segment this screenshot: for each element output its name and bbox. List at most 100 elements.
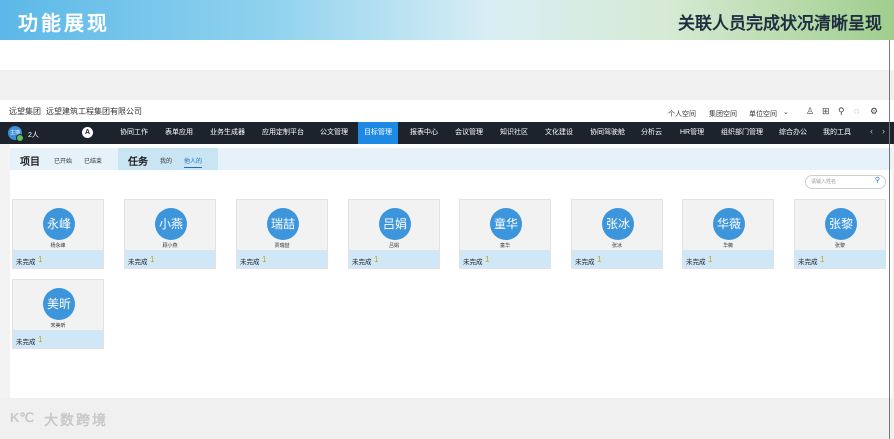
gear-icon[interactable]: ⚙ — [870, 106, 878, 117]
tab-task[interactable]: 任务 — [128, 153, 148, 168]
status-count[interactable]: 1 — [708, 255, 712, 264]
chevron-down-icon[interactable]: ⌄ — [783, 108, 789, 116]
person-card[interactable]: 童华 童华 未完成 1 — [459, 199, 551, 269]
status-count[interactable]: 1 — [150, 255, 154, 264]
search-icon[interactable]: ⚲ — [875, 176, 880, 184]
nav-next-icon[interactable]: › — [882, 126, 885, 136]
people-count[interactable]: 2人 — [28, 130, 39, 140]
status-label: 未完成 — [128, 259, 148, 266]
person-name: 张黎 — [834, 243, 845, 249]
status-count[interactable]: 1 — [820, 255, 824, 264]
person-avatar: 张黎 — [825, 208, 857, 240]
person-avatar: 美昕 — [43, 288, 75, 320]
footer-band — [0, 398, 894, 439]
status-count[interactable]: 1 — [262, 255, 266, 264]
person-card[interactable]: 瑞喆 贾瑞喆 未完成 1 — [236, 199, 328, 269]
nav-item-analytics[interactable]: 分析云 — [641, 122, 662, 144]
nav-item-business-builder[interactable]: 业务生成器 — [210, 122, 245, 144]
nav-item-form-apps[interactable]: 表单应用 — [165, 122, 193, 144]
banner-right-title: 关联人员完成状况清晰呈现 — [678, 14, 882, 34]
nav-item-document-mgmt[interactable]: 公文管理 — [320, 122, 348, 144]
person-name: 张冰 — [611, 243, 622, 249]
nav-item-office[interactable]: 综合办公 — [779, 122, 807, 144]
nav-item-collaboration[interactable]: 协同工作 — [120, 122, 148, 144]
status-count[interactable]: 1 — [38, 335, 42, 344]
status-count[interactable]: 1 — [597, 255, 601, 264]
status-label: 未完成 — [16, 259, 36, 266]
watermark-text: 大数跨境 — [44, 413, 108, 429]
nav-prev-icon[interactable]: ‹ — [870, 126, 873, 136]
person-avatar: 华薇 — [713, 208, 745, 240]
person-name: 贾瑞喆 — [274, 243, 290, 249]
card-footer: 未完成 1 — [795, 250, 885, 268]
person-avatar: 永峰 — [43, 208, 75, 240]
search-input[interactable]: 请输入姓名 ⚲ — [805, 175, 886, 189]
nav-item-culture[interactable]: 文化建设 — [545, 122, 573, 144]
person-avatar: 瑞喆 — [267, 208, 299, 240]
app-window: 远望集团 远望建筑工程集团有限公司 个人空间 集团空间 单位空间 ⌄ ♙ ⊞ ⚲… — [0, 100, 894, 398]
user-icon[interactable]: ♙ — [806, 106, 814, 117]
group-space-link[interactable]: 集团空间 — [709, 109, 737, 119]
person-name: 童华 — [499, 243, 510, 249]
person-name: 宋美昕 — [50, 323, 66, 329]
person-name: 吕娟 — [388, 243, 399, 249]
card-footer: 未完成 1 — [13, 330, 103, 348]
promo-banner: 功能展现 关联人员完成状况清晰呈现 — [0, 0, 894, 40]
card-footer: 未完成 1 — [683, 250, 773, 268]
status-count[interactable]: 1 — [38, 255, 42, 264]
nav-item-my-tools[interactable]: 我的工具 — [823, 122, 851, 144]
nav-item-hr[interactable]: HR管理 — [680, 122, 704, 144]
top-header: 远望集团 远望建筑工程集团有限公司 个人空间 集团空间 单位空间 ⌄ ♙ ⊞ ⚲… — [0, 100, 894, 122]
personal-space-link[interactable]: 个人空间 — [668, 109, 696, 119]
tab-project[interactable]: 项目 — [20, 153, 40, 168]
tab-started[interactable]: 已开始 — [54, 156, 72, 165]
frame-edge — [889, 40, 890, 439]
card-footer: 未完成 1 — [572, 250, 662, 268]
search-icon[interactable]: ⚲ — [838, 106, 845, 117]
status-label: 未完成 — [798, 259, 818, 266]
tab-mine[interactable]: 我的 — [160, 156, 172, 165]
person-card[interactable]: 永峰 杨永峰 未完成 1 — [12, 199, 104, 269]
person-card[interactable]: 吕娟 吕娟 未完成 1 — [348, 199, 440, 269]
nav-item-goal-mgmt[interactable]: 目标管理 — [358, 122, 398, 144]
message-icon[interactable]: ◌ — [854, 106, 859, 116]
status-label: 未完成 — [463, 259, 483, 266]
unit-space-link[interactable]: 单位空间 — [749, 109, 777, 119]
status-count[interactable]: 1 — [374, 255, 378, 264]
nav-item-meeting-mgmt[interactable]: 会议管理 — [455, 122, 483, 144]
tab-ended[interactable]: 已结束 — [84, 156, 102, 165]
person-avatar: 小燕 — [155, 208, 187, 240]
person-name: 杨永峰 — [50, 243, 66, 249]
person-name: 华薇 — [722, 243, 733, 249]
search-placeholder: 请输入姓名 — [811, 179, 837, 185]
person-name: 顾小燕 — [162, 243, 178, 249]
org-group-label[interactable]: 远望集团 — [9, 106, 41, 117]
app-logo-icon[interactable]: A — [82, 127, 93, 138]
person-card[interactable]: 华薇 华薇 未完成 1 — [682, 199, 774, 269]
tab-others[interactable]: 他人的 — [184, 156, 203, 168]
nav-item-org-dept[interactable]: 组织部门管理 — [721, 122, 763, 144]
nav-item-cockpit[interactable]: 协同驾驶舱 — [590, 122, 625, 144]
card-footer: 未完成 1 — [13, 250, 103, 268]
banner-left-title: 功能展现 — [18, 11, 110, 35]
person-avatar: 吕娟 — [379, 208, 411, 240]
person-card[interactable]: 美昕 宋美昕 未完成 1 — [12, 279, 104, 349]
nav-item-knowledge[interactable]: 知识社区 — [500, 122, 528, 144]
spacer-band-gray — [0, 70, 894, 100]
person-card[interactable]: 小燕 顾小燕 未完成 1 — [124, 199, 216, 269]
person-card[interactable]: 张黎 张黎 未完成 1 — [794, 199, 886, 269]
status-count[interactable]: 1 — [485, 255, 489, 264]
apps-grid-icon[interactable]: ⊞ — [822, 106, 830, 117]
status-label: 未完成 — [240, 259, 260, 266]
status-label: 未完成 — [575, 259, 595, 266]
nav-item-report-center[interactable]: 报表中心 — [410, 122, 438, 144]
status-label: 未完成 — [686, 259, 706, 266]
card-footer: 未完成 1 — [125, 250, 215, 268]
online-status-dot — [16, 134, 24, 142]
person-card[interactable]: 张冰 张冰 未完成 1 — [571, 199, 663, 269]
person-avatar: 童华 — [490, 208, 522, 240]
org-company-label[interactable]: 远望建筑工程集团有限公司 — [46, 106, 142, 117]
content-panel: 项目 已开始 已结束 任务 我的 他人的 请输入姓名 ⚲ 永峰 杨永峰 未完成 … — [10, 144, 892, 398]
nav-item-app-customization[interactable]: 应用定制平台 — [262, 122, 304, 144]
card-footer: 未完成 1 — [349, 250, 439, 268]
